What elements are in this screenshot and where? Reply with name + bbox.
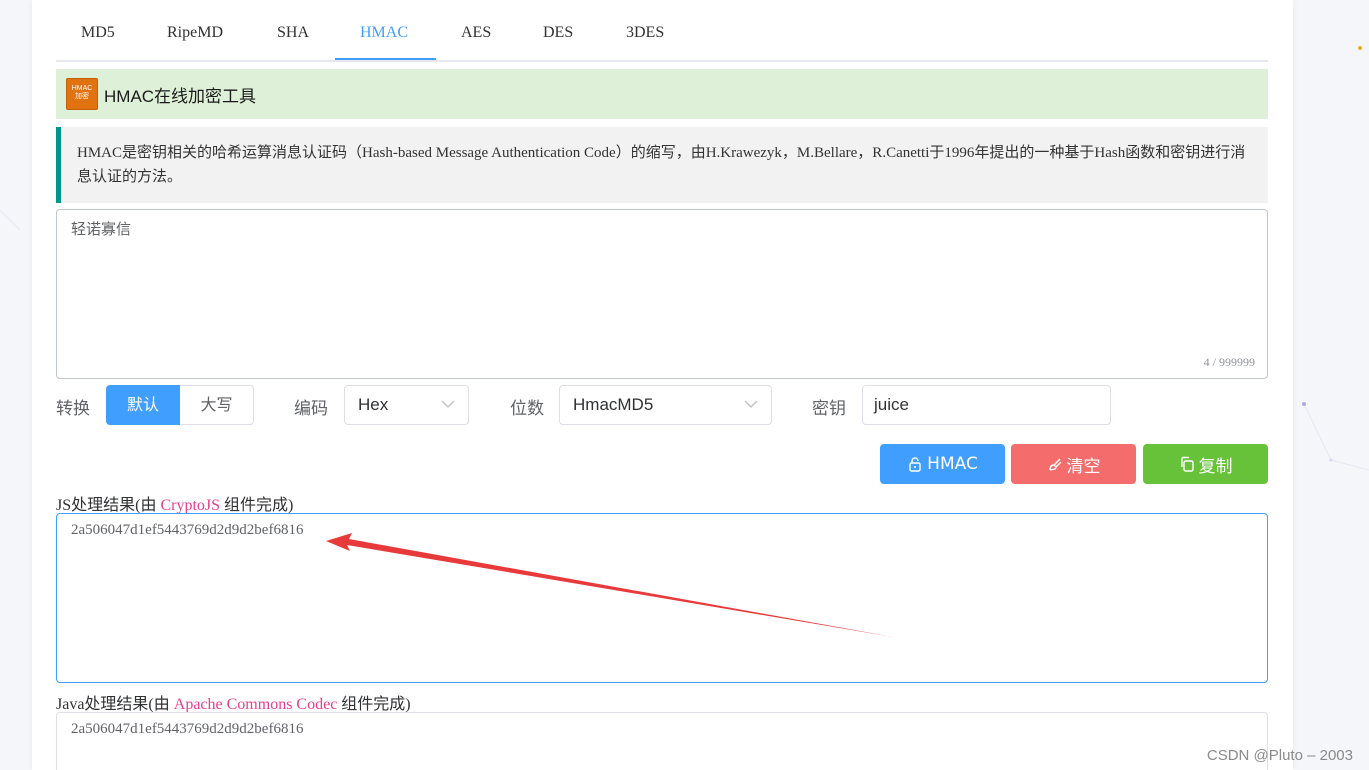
java-result-value: 2a506047d1ef5443769d2d9d2bef6816 <box>71 721 304 737</box>
char-counter: 4 / 999999 <box>1203 355 1255 369</box>
chevron-down-icon <box>744 400 758 409</box>
hmac-logo: HMAC 加密 <box>66 78 98 110</box>
js-result-value: 2a506047d1ef5443769d2d9d2bef6816 <box>71 522 304 538</box>
main-card: MD5 RipeMD SHA HMAC AES DES 3DES HMAC 加密… <box>32 0 1293 770</box>
case-toggle-group: 默认 大写 <box>106 385 254 425</box>
key-label: 密钥 <box>812 399 846 419</box>
chevron-down-icon <box>441 400 455 409</box>
description-block: HMAC是密钥相关的哈希运算消息认证码（Hash-based Message A… <box>56 127 1268 203</box>
plaintext-value: 轻诺寡信 <box>71 221 132 238</box>
tab-sha[interactable]: SHA <box>277 24 309 42</box>
plaintext-input[interactable]: 轻诺寡信 4 / 999999 <box>56 209 1268 379</box>
algorithm-tabs: MD5 RipeMD SHA HMAC AES DES 3DES <box>56 0 1268 62</box>
unlock-icon <box>909 457 921 472</box>
copy-icon <box>1180 456 1194 472</box>
js-result-output[interactable]: 2a506047d1ef5443769d2d9d2bef6816 <box>56 513 1268 683</box>
tab-3des[interactable]: 3DES <box>626 24 664 42</box>
watermark: CSDN @Pluto – 2003 <box>1206 747 1353 764</box>
tab-hmac[interactable]: HMAC <box>360 24 408 42</box>
tool-title-bar: HMAC 加密 HMAC在线加密工具 <box>56 69 1268 119</box>
tab-des[interactable]: DES <box>543 24 573 42</box>
brush-icon <box>1048 458 1061 471</box>
java-result-output[interactable]: 2a506047d1ef5443769d2d9d2bef6816 <box>56 712 1268 770</box>
tab-aes[interactable]: AES <box>461 24 491 42</box>
active-tab-indicator <box>335 58 436 60</box>
tab-md5[interactable]: MD5 <box>81 24 115 42</box>
bits-label: 位数 <box>510 399 544 419</box>
clear-button[interactable]: 清空 <box>1011 444 1136 484</box>
convert-label: 转换 <box>56 399 90 419</box>
tab-ripemd[interactable]: RipeMD <box>167 24 223 42</box>
encoding-label: 编码 <box>294 399 328 419</box>
page-title: HMAC在线加密工具 <box>104 86 257 106</box>
java-result-label: Java处理结果(由 Apache Commons Codec 组件完成) <box>56 696 411 713</box>
copy-button[interactable]: 复制 <box>1143 444 1268 484</box>
js-result-label: JS处理结果(由 CryptoJS 组件完成) <box>56 497 294 514</box>
uppercase-button[interactable]: 大写 <box>180 385 254 425</box>
key-input[interactable]: juice <box>862 385 1111 425</box>
default-case-button[interactable]: 默认 <box>106 385 180 425</box>
bits-select[interactable]: HmacMD5 <box>559 385 772 425</box>
encoding-select[interactable]: Hex <box>344 385 469 425</box>
hmac-button[interactable]: HMAC <box>880 444 1005 484</box>
